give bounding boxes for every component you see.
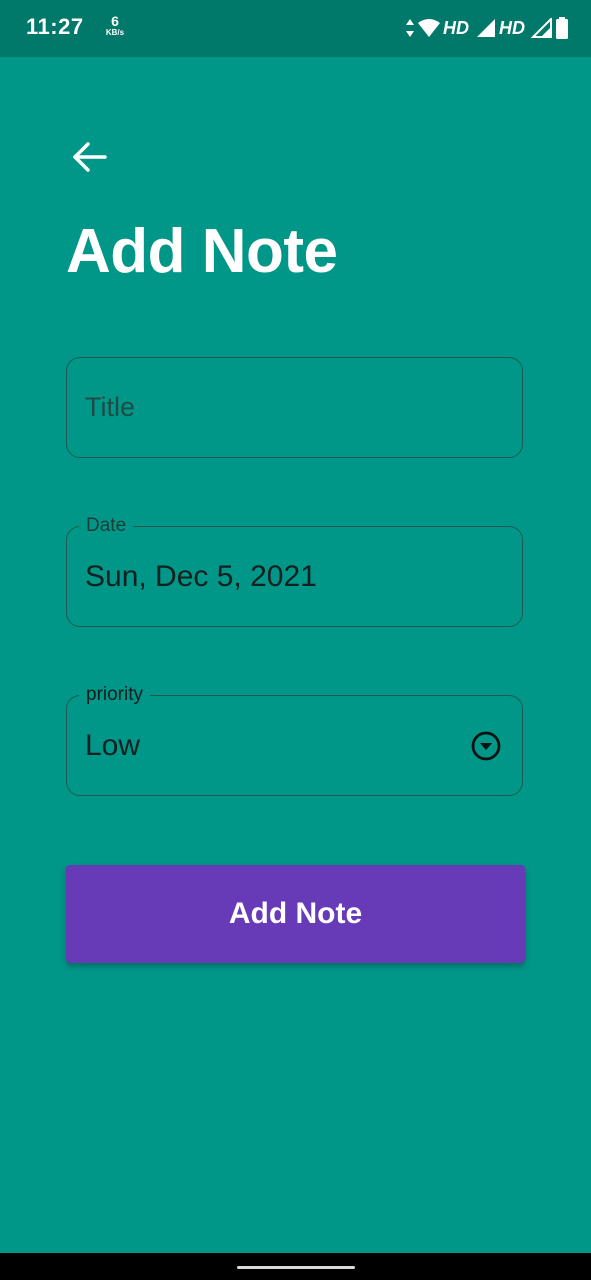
svg-text:4: 4 [434,29,440,38]
hd-label-2: HD [499,17,525,38]
page-title: Add Note [66,217,338,286]
network-speed: 6 KB/s [100,14,130,37]
network-speed-unit: KB/s [105,28,125,37]
data-arrows-icon [405,18,415,38]
date-field-value[interactable]: Sun, Dec 5, 2021 [85,560,317,594]
wifi-icon: 4 [417,18,441,38]
add-note-button[interactable]: Add Note [66,865,525,963]
priority-select[interactable]: priority Low [66,684,523,796]
network-speed-value: 6 [111,13,119,29]
status-icons: 4 HD HD [405,15,569,41]
hd-label-1: HD [443,17,469,38]
title-field[interactable] [66,357,523,458]
signal-icon-2 [531,18,553,38]
dropdown-circle-icon[interactable] [470,730,502,762]
back-button[interactable] [66,134,112,180]
home-indicator[interactable] [237,1266,355,1269]
status-bar: 11:27 6 KB/s 4 HD HD [0,0,591,57]
date-field[interactable]: Date Sun, Dec 5, 2021 [66,515,523,627]
priority-field-label: priority [79,684,151,706]
battery-icon [555,17,569,39]
title-input[interactable] [85,358,465,457]
date-field-label: Date [79,515,134,537]
priority-field-value[interactable]: Low [85,729,140,763]
status-time: 11:27 [26,14,84,39]
signal-icon-1 [475,18,497,38]
arrow-left-icon [73,142,107,172]
navigation-bar [0,1253,591,1280]
